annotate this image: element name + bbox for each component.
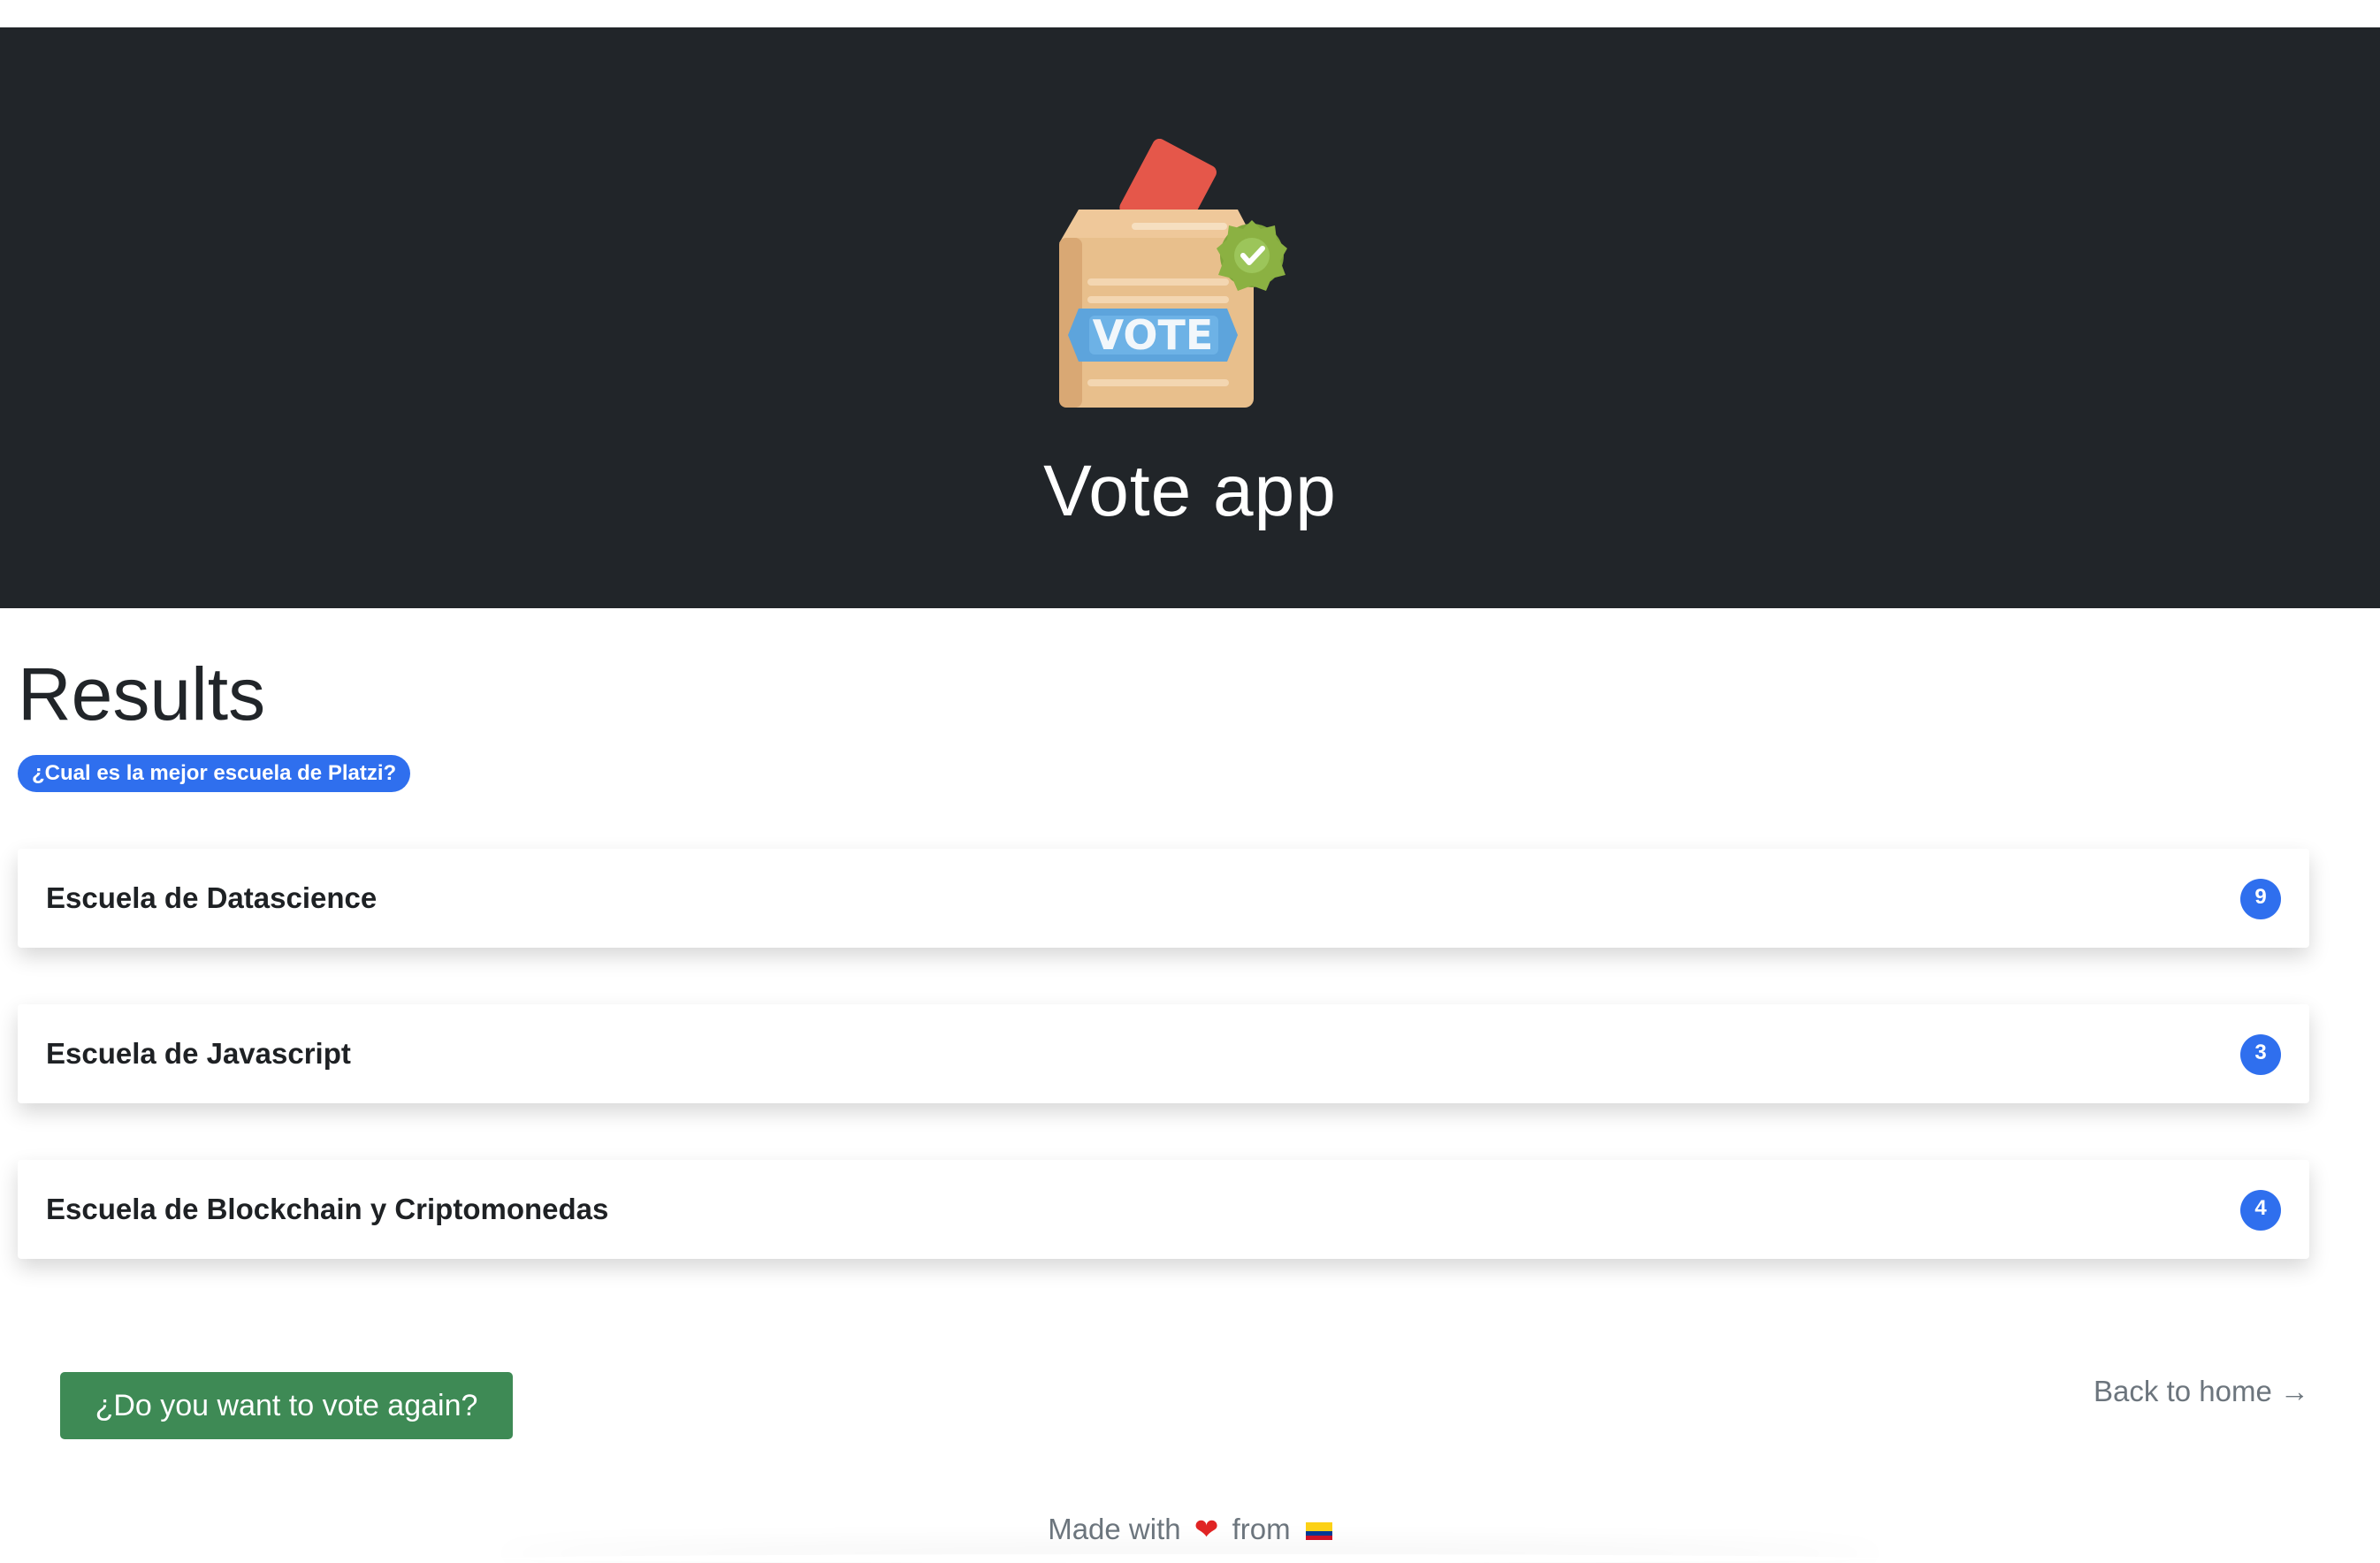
- vote-count-badge: 9: [2240, 879, 2281, 919]
- result-item-label: Escuela de Datascience: [46, 881, 378, 914]
- result-item-label: Escuela de Javascript: [46, 1037, 351, 1070]
- result-item-javascript: Escuela de Javascript 3: [18, 1004, 2309, 1103]
- app-title: Vote app: [1043, 451, 1337, 531]
- footer-from: from: [1232, 1513, 1291, 1545]
- back-to-home-link[interactable]: Back to home →: [2094, 1369, 2309, 1414]
- ballot-box-icon: VOTE: [1059, 139, 1287, 408]
- result-item-datascience: Escuela de Datascience 9: [18, 849, 2309, 948]
- hero-banner: VOTE Vote app: [0, 27, 2380, 608]
- ballot-box-label: VOTE: [1093, 311, 1214, 359]
- footer-made-with: Made with: [1048, 1513, 1181, 1545]
- question-badge: ¿Cual es la mejor escuela de Platzi?: [18, 755, 411, 792]
- vote-count-badge: 4: [2240, 1190, 2281, 1231]
- result-item-label: Escuela de Blockchain y Criptomonedas: [46, 1193, 609, 1225]
- footer: Made with ❤ from: [0, 1506, 2380, 1552]
- vote-again-button[interactable]: ¿Do you want to vote again?: [60, 1372, 513, 1439]
- heart-icon: ❤: [1194, 1513, 1219, 1545]
- colombia-flag-icon: [1305, 1522, 1332, 1541]
- footer-shadow: [495, 1554, 1885, 1563]
- result-item-blockchain: Escuela de Blockchain y Criptomonedas 4: [18, 1160, 2309, 1259]
- vote-count-badge: 3: [2240, 1034, 2281, 1075]
- results-title: Results: [18, 652, 266, 736]
